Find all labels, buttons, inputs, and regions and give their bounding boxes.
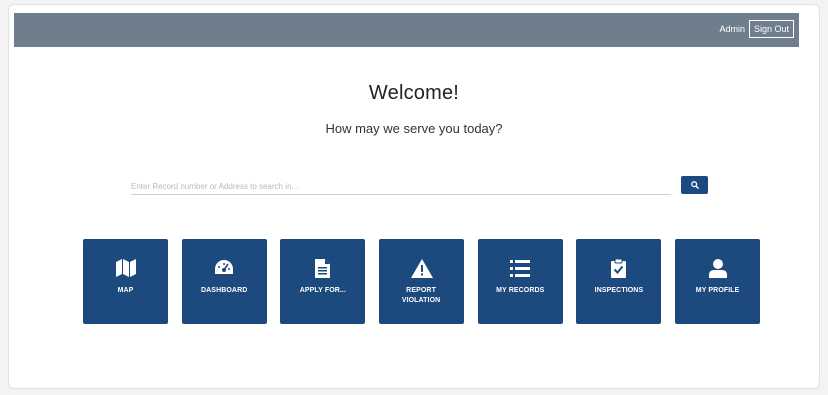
user-name: Admin xyxy=(719,24,745,34)
user-icon xyxy=(707,257,729,279)
tile-label: MAP xyxy=(117,287,134,294)
tile-report-violation[interactable]: REPORT VIOLATION xyxy=(379,239,465,324)
sign-out-button[interactable]: Sign Out xyxy=(748,20,794,38)
action-tiles: MAP DASHBOARD APPLY FOR... REPORT VIOLAT… xyxy=(83,239,761,324)
list-icon xyxy=(509,257,531,279)
search-button[interactable] xyxy=(681,176,708,194)
document-icon xyxy=(312,257,334,279)
tile-map[interactable]: MAP xyxy=(83,239,168,324)
page-frame xyxy=(8,4,820,389)
tile-label: APPLY FOR... xyxy=(299,287,347,294)
tile-dashboard[interactable]: DASHBOARD xyxy=(181,239,267,324)
dashboard-icon xyxy=(213,257,235,279)
tile-my-records[interactable]: MY RECORDS xyxy=(477,239,563,324)
tile-label: REPORT VIOLATION xyxy=(401,287,441,304)
tile-label: DASHBOARD xyxy=(200,287,248,294)
search-input[interactable] xyxy=(131,178,671,195)
clipboard-check-icon xyxy=(608,257,630,279)
tile-apply-for[interactable]: APPLY FOR... xyxy=(280,239,366,324)
top-bar: Admin Sign Out xyxy=(14,13,799,47)
tile-inspections[interactable]: INSPECTIONS xyxy=(576,239,662,324)
search-icon xyxy=(690,181,699,189)
tile-my-profile[interactable]: MY PROFILE xyxy=(675,239,761,324)
tile-label: MY PROFILE xyxy=(695,287,740,294)
warning-icon xyxy=(410,257,433,279)
search-field xyxy=(131,176,671,195)
page-title: Welcome! xyxy=(368,82,460,104)
map-icon xyxy=(115,257,137,279)
tile-label: INSPECTIONS xyxy=(594,287,644,294)
page-subtitle: How may we serve you today? xyxy=(325,121,503,136)
tile-label: MY RECORDS xyxy=(496,287,545,294)
